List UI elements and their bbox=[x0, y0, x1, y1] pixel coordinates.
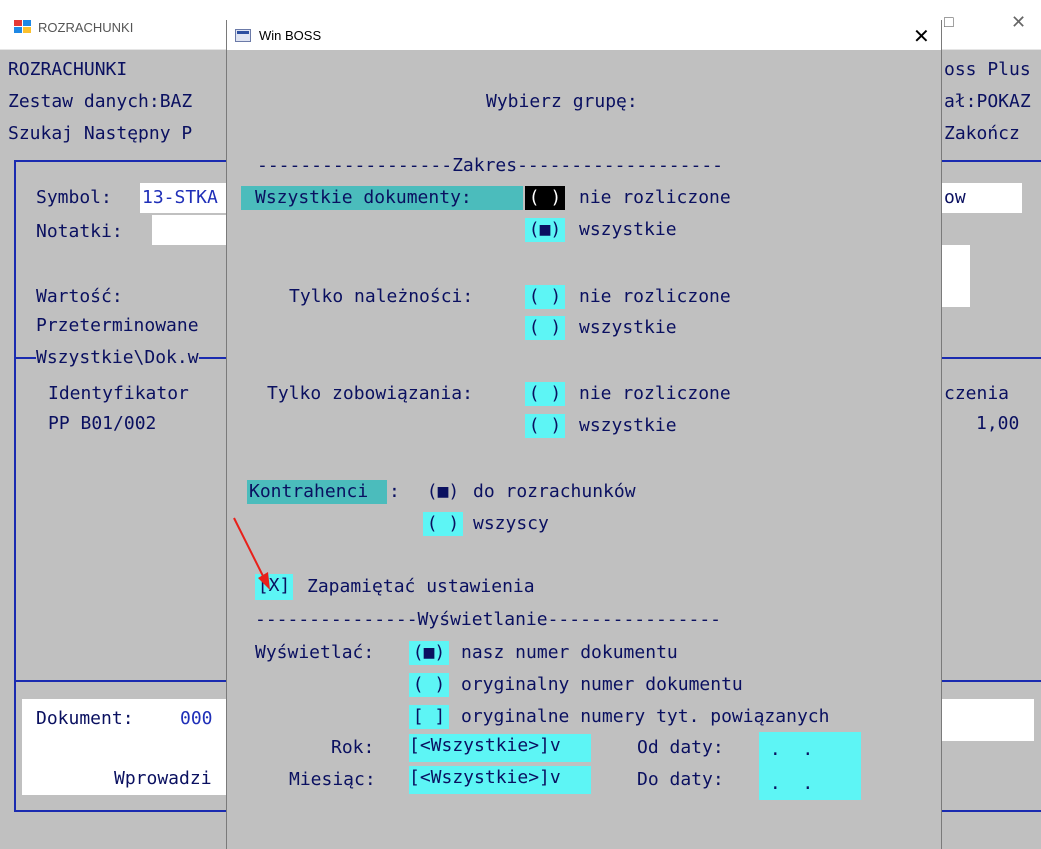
section-display: ---------------Wyświetlanie-------------… bbox=[255, 609, 721, 630]
bg-menu-close[interactable]: Zakończ bbox=[944, 122, 1020, 146]
liabilities-unsettled-radio[interactable]: ( ) bbox=[525, 382, 565, 406]
tab-all-documents[interactable]: Wszystkie\Dok.w bbox=[36, 346, 199, 370]
frame-tab-line-right bbox=[942, 357, 1041, 359]
to-date-input[interactable]: . . bbox=[759, 766, 861, 800]
frame-lower-bottom-right bbox=[942, 810, 1041, 812]
contractors-all-label[interactable]: wszyscy bbox=[473, 512, 549, 536]
close-icon[interactable]: ✕ bbox=[913, 24, 930, 49]
liabilities-label: Tylko zobowiązania: bbox=[267, 383, 473, 404]
frame-lower-top-left bbox=[14, 680, 228, 682]
notes-right-box bbox=[942, 245, 970, 307]
frame-left bbox=[14, 160, 16, 680]
display-original-related-label[interactable]: oryginalne numery tyt. powiązanych bbox=[461, 705, 829, 729]
column-right: czenia bbox=[944, 383, 1010, 404]
all-docs-label: Wszystkie dokumenty: bbox=[255, 187, 472, 208]
overdue-label: Przeterminowane bbox=[36, 315, 199, 336]
app-logo-icon bbox=[14, 20, 32, 33]
enter-button[interactable]: Wprowadzi bbox=[114, 767, 212, 791]
all-docs-unsettled-label[interactable]: nie rozliczone bbox=[579, 186, 731, 210]
liabilities-unsettled-label[interactable]: nie rozliczone bbox=[579, 382, 731, 406]
contractors-settlements-radio[interactable]: (■) bbox=[423, 480, 463, 504]
win-boss-dialog: Win BOSS ✕ Wybierz grupę: --------------… bbox=[226, 20, 942, 849]
document-label: Dokument: bbox=[36, 708, 134, 729]
maximize-icon[interactable]: □ bbox=[944, 14, 954, 32]
from-date-input[interactable]: . . bbox=[759, 732, 861, 766]
bg-window-title: ROZRACHUNKI bbox=[38, 20, 134, 35]
document-value[interactable]: 000 bbox=[180, 707, 213, 731]
display-original-number-radio[interactable]: ( ) bbox=[409, 673, 449, 697]
row-identifier[interactable]: PP B01/002 bbox=[48, 412, 156, 436]
document-panel-right bbox=[942, 699, 1034, 741]
notes-label: Notatki: bbox=[36, 221, 123, 242]
window-icon bbox=[235, 29, 251, 42]
frame-top-right bbox=[942, 160, 1041, 162]
contractors-label: Kontrahenci bbox=[249, 481, 369, 502]
from-date-label: Od daty: bbox=[637, 737, 724, 758]
section-zakres: ------------------Zakres----------------… bbox=[257, 155, 723, 176]
liabilities-all-radio[interactable]: ( ) bbox=[525, 414, 565, 438]
display-original-number-label[interactable]: oryginalny numer dokumentu bbox=[461, 673, 743, 697]
contractors-settlements-label[interactable]: do rozrachunków bbox=[473, 480, 636, 504]
contractors-all-radio[interactable]: ( ) bbox=[423, 512, 463, 536]
row-value[interactable]: 1,00 bbox=[976, 412, 1019, 436]
symbol-right-value: ow bbox=[944, 187, 966, 208]
receivables-unsettled-radio[interactable]: ( ) bbox=[525, 285, 565, 309]
symbol-value: 13-STKA bbox=[142, 187, 218, 208]
remember-label[interactable]: Zapamiętać ustawienia bbox=[307, 575, 535, 599]
receivables-all-label[interactable]: wszystkie bbox=[579, 316, 677, 340]
bg-menu-left[interactable]: Szukaj Następny P bbox=[8, 122, 192, 146]
bg-header-line2-right: ał:POKAZ bbox=[944, 91, 1031, 112]
notes-field[interactable] bbox=[152, 215, 228, 245]
bg-header-line2-left: Zestaw danych:BAZ bbox=[8, 91, 193, 112]
month-label: Miesiąc: bbox=[289, 769, 376, 790]
all-docs-all-radio[interactable]: (■) bbox=[525, 218, 565, 242]
bg-header-line1-right: oss Plus bbox=[944, 59, 1031, 80]
display-original-related-checkbox[interactable]: [ ] bbox=[409, 705, 449, 729]
liabilities-all-label[interactable]: wszystkie bbox=[579, 414, 677, 438]
dialog-heading: Wybierz grupę: bbox=[486, 91, 638, 112]
all-docs-unsettled-radio[interactable]: ( ) bbox=[525, 186, 565, 210]
year-label: Rok: bbox=[331, 737, 375, 758]
display-label: Wyświetlać: bbox=[255, 642, 375, 663]
annotation-arrow-icon bbox=[233, 517, 270, 590]
dialog-titlebar bbox=[227, 20, 941, 50]
month-select[interactable]: [<Wszystkie>]v bbox=[409, 766, 591, 794]
frame-lower-bottom-left bbox=[14, 810, 228, 812]
dialog-title: Win BOSS bbox=[259, 28, 322, 43]
receivables-all-radio[interactable]: ( ) bbox=[525, 316, 565, 340]
frame-lower-top-right bbox=[942, 680, 1041, 682]
receivables-label: Tylko należności: bbox=[289, 286, 474, 307]
column-identifier: Identyfikator bbox=[48, 383, 189, 404]
display-our-number-radio[interactable]: (■) bbox=[409, 641, 449, 665]
frame-lower-left bbox=[14, 680, 16, 812]
all-docs-all-label[interactable]: wszystkie bbox=[579, 218, 677, 242]
symbol-label: Symbol: bbox=[36, 187, 112, 208]
to-date-label: Do daty: bbox=[637, 769, 724, 790]
bg-close-icon[interactable]: ✕ bbox=[1011, 12, 1026, 33]
display-our-number-label[interactable]: nasz numer dokumentu bbox=[461, 641, 678, 665]
receivables-unsettled-label[interactable]: nie rozliczone bbox=[579, 285, 731, 309]
contractors-colon: : bbox=[389, 481, 400, 502]
bg-header-line1-left: ROZRACHUNKI bbox=[8, 59, 128, 80]
value-label: Wartość: bbox=[36, 286, 123, 307]
frame-top-left bbox=[14, 160, 228, 162]
year-select[interactable]: [<Wszystkie>]v bbox=[409, 734, 591, 762]
